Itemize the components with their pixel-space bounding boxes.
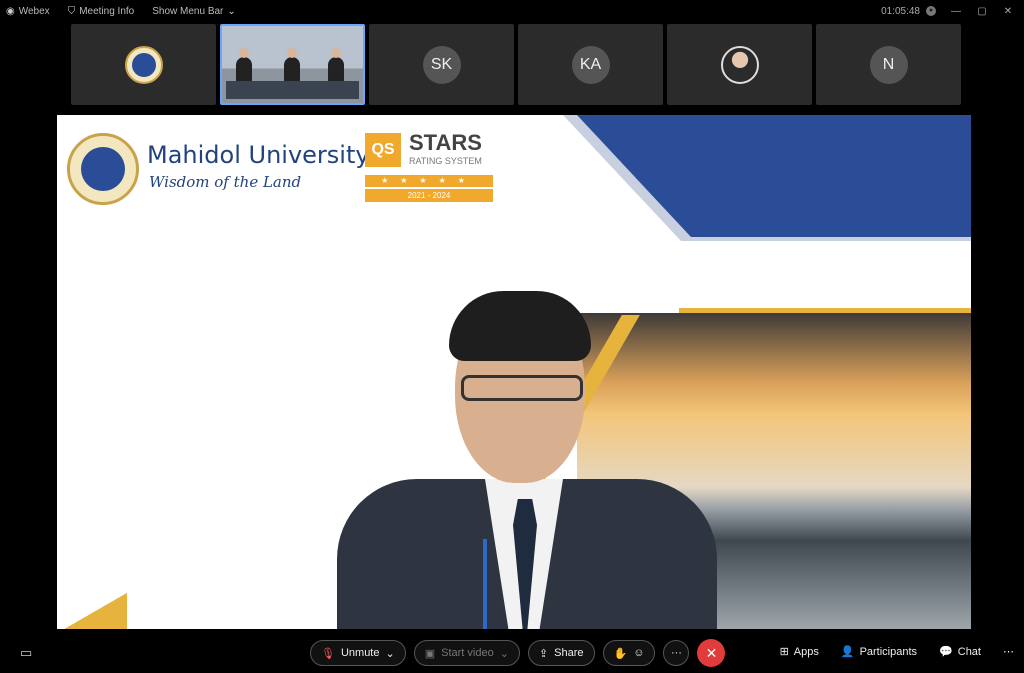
participant-tile-photo[interactable] xyxy=(667,24,812,105)
timer-text: 01:05:48 xyxy=(881,5,920,17)
chat-label: Chat xyxy=(957,645,981,658)
participant-tile-video[interactable] xyxy=(220,24,365,105)
speaker xyxy=(337,291,717,629)
chat-button[interactable]: 💬 Chat xyxy=(939,645,981,659)
show-menu-bar-button[interactable]: Show Menu Bar ⌄ xyxy=(152,6,236,17)
share-icon: ⇪ xyxy=(538,647,549,660)
overflow-icon[interactable]: ⋯ xyxy=(1003,645,1014,658)
chat-icon: 💬 xyxy=(939,646,953,658)
participant-tile-n[interactable]: N xyxy=(816,24,961,105)
participants-button[interactable]: 👤 Participants xyxy=(840,645,918,659)
mic-muted-icon: 🎙 xyxy=(321,647,335,660)
video-off-icon: ▣ xyxy=(424,647,436,660)
participants-label: Participants xyxy=(859,645,918,658)
stars-years: 2021 - 2024 xyxy=(365,189,493,202)
attendee-figure xyxy=(236,48,252,83)
meeting-info-label: Meeting Info xyxy=(79,5,135,17)
avatar: N xyxy=(869,45,908,84)
speaker-lanyard xyxy=(483,539,487,629)
shield-icon: ⛉ xyxy=(67,5,76,17)
title-bar: ◉ Webex ⛉ Meeting Info Show Menu Bar ⌄ 0… xyxy=(0,0,1024,22)
university-seal-icon xyxy=(124,45,163,84)
participants-icon: 👤 xyxy=(840,646,855,658)
reactions-group: ✋ ☺ xyxy=(602,640,656,666)
webex-logo-icon: ◉ xyxy=(6,5,15,17)
university-name: Mahidol University xyxy=(147,141,370,169)
conference-table xyxy=(226,81,359,99)
chevron-down-icon[interactable]: ⌄ xyxy=(500,647,509,660)
stars-subtitle: RATING SYSTEM xyxy=(409,156,482,166)
end-call-button[interactable]: ✕ xyxy=(697,639,726,667)
university-tagline: Wisdom of the Land xyxy=(149,173,302,191)
participant-strip: SK KA N xyxy=(71,24,961,105)
meeting-info-button[interactable]: ⛉ Meeting Info xyxy=(68,6,135,17)
share-label: Share xyxy=(554,647,584,659)
show-menu-label: Show Menu Bar xyxy=(152,5,224,17)
stars-rating-badge: ★★★★★ 2021 - 2024 xyxy=(365,175,493,203)
gold-corner-accent xyxy=(57,589,127,629)
mahidol-seal-icon xyxy=(67,133,139,205)
start-video-button[interactable]: ▣ Start video ⌄ xyxy=(413,640,520,666)
unmute-label: Unmute xyxy=(340,647,380,659)
maximize-icon[interactable]: ▢ xyxy=(976,6,988,17)
avatar: KA xyxy=(571,45,610,84)
share-button[interactable]: ⇪ Share xyxy=(527,640,595,666)
participant-tile-logo[interactable] xyxy=(71,24,216,105)
slide-blue-banner xyxy=(551,115,971,245)
apps-button[interactable]: ⊞ Apps xyxy=(779,645,819,659)
speaker-glasses xyxy=(461,375,583,401)
meeting-timer: 01:05:48 ● xyxy=(881,6,936,17)
app-title: ◉ Webex xyxy=(6,6,50,17)
apps-icon: ⊞ xyxy=(779,646,789,658)
unmute-button[interactable]: 🎙 Unmute ⌄ xyxy=(310,640,406,666)
qs-logo: QS xyxy=(365,133,401,167)
reactions-icon[interactable]: ☺ xyxy=(633,647,644,659)
apps-label: Apps xyxy=(793,645,819,658)
participant-tile-ka[interactable]: KA xyxy=(518,24,663,105)
more-options-icon[interactable]: ··· xyxy=(663,640,690,666)
star-rating: ★★★★★ xyxy=(365,175,493,187)
attendee-figure xyxy=(284,48,300,83)
participant-tile-sk[interactable]: SK xyxy=(369,24,514,105)
active-speaker-video: Mahidol University Wisdom of the Land QS… xyxy=(57,115,971,629)
captions-icon[interactable]: ▭ xyxy=(20,645,32,661)
raise-hand-icon[interactable]: ✋ xyxy=(614,647,628,660)
recording-icon[interactable]: ● xyxy=(926,6,936,16)
chevron-down-icon[interactable]: ⌄ xyxy=(386,647,395,660)
gold-accent-line xyxy=(679,308,971,313)
meeting-controls: ▭ 🎙 Unmute ⌄ ▣ Start video ⌄ ⇪ Share ✋ ☺… xyxy=(0,633,1024,673)
stars-title: STARS xyxy=(409,130,482,155)
start-video-label: Start video xyxy=(441,647,494,659)
meeting-room-video xyxy=(222,26,363,103)
attendee-figure xyxy=(328,48,344,83)
speaker-hair xyxy=(449,291,591,361)
minimize-icon[interactable]: — xyxy=(950,6,962,17)
avatar xyxy=(720,45,759,84)
close-icon[interactable]: ✕ xyxy=(1002,6,1014,17)
app-name: Webex xyxy=(18,5,50,17)
chevron-down-icon: ⌄ xyxy=(227,5,236,17)
avatar: SK xyxy=(422,45,461,84)
